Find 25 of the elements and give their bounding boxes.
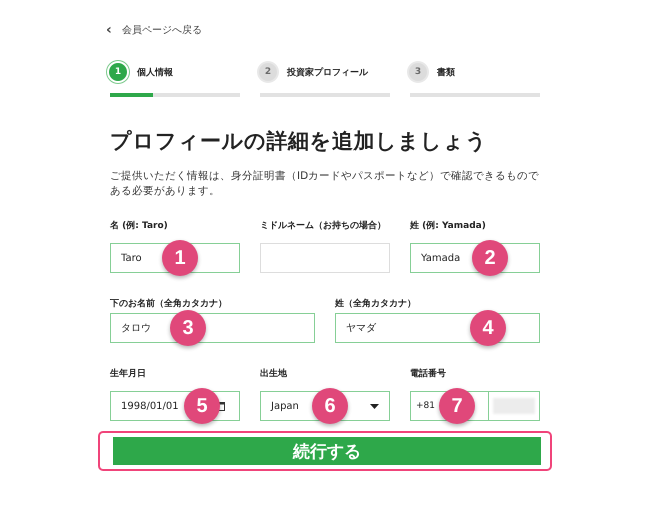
step-number: 2	[259, 63, 277, 81]
step-badge: 6	[312, 388, 348, 424]
step-number: 1	[109, 63, 127, 81]
step-badge: 1	[162, 240, 198, 276]
field-label: 姓（全角カタカナ）	[335, 299, 417, 311]
field-label: 下のお名前（全角カタカナ）	[110, 299, 228, 311]
back-link[interactable]: ‹ 会員ページへ戻る	[106, 23, 202, 37]
description-text: ご提供いただく情報は、身分証明書（IDカードやパスポートなど）で確認できるものである必要があります。	[110, 169, 540, 199]
step-label: 投資家プロフィール	[287, 66, 368, 78]
field-label: ミドルネーム（お持ちの場合）	[260, 221, 387, 233]
field-label: 電話番号	[410, 369, 447, 381]
step-label: 個人情報	[137, 66, 173, 78]
country-code-select[interactable]: +81	[415, 399, 436, 413]
step-badge: 2	[472, 240, 508, 276]
page-title: プロフィールの詳細を追加しましょう	[110, 128, 488, 155]
step-badge: 7	[439, 388, 475, 424]
step-number: 3	[409, 63, 427, 81]
field-label: 姓 (例: Yamada)	[410, 221, 487, 233]
field-label: 出生地	[260, 369, 288, 381]
step-label: 書類	[437, 66, 455, 78]
step-badge: 4	[470, 310, 506, 346]
field-label: 名 (例: Taro)	[110, 221, 169, 233]
field-label: 生年月日	[110, 369, 147, 381]
step-badge: 3	[170, 310, 206, 346]
step-badge: 5	[184, 388, 220, 424]
